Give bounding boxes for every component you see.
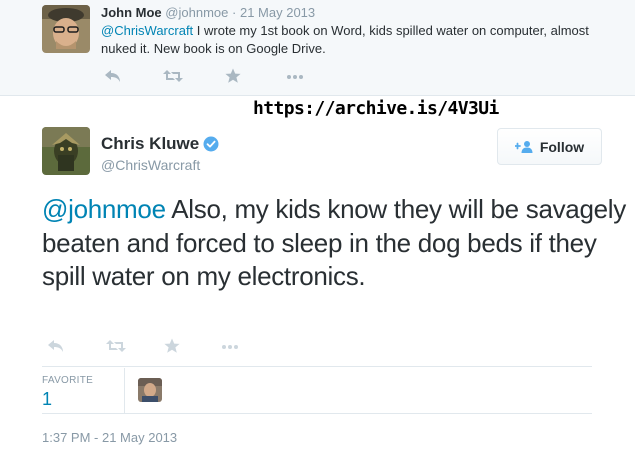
reply-avatar[interactable] — [42, 5, 90, 53]
reply-mention-link[interactable]: @ChrisWarcraft — [101, 23, 193, 38]
reply-header: John Moe @johnmoe · 21 May 2013 — [101, 5, 315, 20]
follow-button-label: Follow — [539, 138, 585, 155]
reply-text: @ChrisWarcraft I wrote my 1st book on Wo… — [101, 22, 621, 58]
reply-author-name[interactable]: John Moe — [101, 5, 162, 20]
main-author-name[interactable]: Chris Kluwe — [101, 134, 199, 154]
favorite-count[interactable]: 1 — [42, 389, 52, 410]
reply-tweet: John Moe @johnmoe · 21 May 2013 @ChrisWa… — [0, 0, 635, 96]
more-icon[interactable] — [286, 68, 306, 86]
main-mention-link[interactable]: @johnmoe — [42, 194, 166, 224]
main-author-avatar[interactable] — [42, 127, 90, 175]
reply-icon[interactable] — [104, 68, 124, 86]
reply-date[interactable]: 21 May 2013 — [240, 5, 315, 20]
main-author-handle[interactable]: @ChrisWarcraft — [101, 157, 200, 173]
verified-badge-icon — [203, 136, 219, 152]
tweet-stats: FAVORITE 1 — [42, 366, 592, 414]
stats-divider — [124, 368, 125, 413]
follow-person-icon — [513, 140, 533, 154]
favorite-stat-label: FAVORITE — [42, 375, 94, 386]
retweet-icon[interactable] — [106, 338, 126, 356]
star-icon[interactable] — [164, 338, 184, 356]
more-icon[interactable] — [221, 338, 241, 356]
main-author-name-row: Chris Kluwe — [101, 134, 219, 154]
tweet-timestamp[interactable]: 1:37 PM - 21 May 2013 — [42, 430, 177, 445]
main-tweet-text: @johnmoe Also, my kids know they will be… — [42, 193, 627, 294]
retweet-icon[interactable] — [163, 68, 183, 86]
favoriter-avatar[interactable] — [138, 378, 162, 402]
follow-button[interactable]: Follow — [497, 128, 602, 165]
archive-url-overlay: https://archive.is/4V3Ui — [253, 98, 499, 119]
reply-author-handle[interactable]: @johnmoe — [165, 5, 228, 20]
star-icon[interactable] — [225, 68, 245, 86]
reply-icon[interactable] — [47, 338, 67, 356]
reply-date-separator: · — [232, 5, 237, 20]
